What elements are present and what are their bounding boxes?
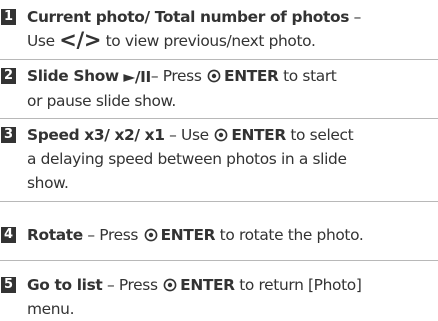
item-title: Rotate [27,226,83,244]
separator [0,260,438,261]
separator [0,59,438,60]
manual-page: 1 Current photo/ Total number of photos … [0,0,438,321]
item-number-badge: 3 [1,127,16,143]
item-description: Slide Show ►/II– Press ENTER to start or… [27,67,337,110]
list-item-slide-show: 2 Slide Show ►/II– Press ENTER to start … [0,64,438,112]
list-item-go-to-list: 5 Go to list – Press ENTER to return [Ph… [0,273,438,321]
enter-button-icon [207,69,221,83]
enter-button-icon [214,128,228,142]
item-description: Speed x3/ x2/ x1 – Use ENTER to select a… [27,126,354,192]
separator [0,201,438,202]
play-pause-icon: ►/II [123,68,151,86]
enter-button-icon [163,278,177,292]
list-item-current-photo: 1 Current photo/ Total number of photos … [0,5,438,53]
item-number-badge: 2 [1,68,16,84]
item-title: Go to list [27,276,103,294]
list-item-speed: 3 Speed x3/ x2/ x1 – Use ENTER to select… [0,123,438,195]
enter-button-icon [144,228,158,242]
item-number-badge: 5 [1,277,16,293]
separator [0,118,438,119]
item-title: Current photo/ Total number of photos [27,8,350,26]
item-number-badge: 1 [1,9,16,25]
item-description: Current photo/ Total number of photos – … [27,8,361,52]
prev-next-arrows-icon: </> [59,28,102,52]
item-title: Slide Show [27,67,119,85]
item-title: Speed x3/ x2/ x1 [27,126,165,144]
list-item-rotate: 4 Rotate – Press ENTER to rotate the pho… [0,223,438,247]
item-description: Go to list – Press ENTER to return [Phot… [27,276,362,318]
item-number-badge: 4 [1,227,16,243]
item-description: Rotate – Press ENTER to rotate the photo… [27,226,364,244]
